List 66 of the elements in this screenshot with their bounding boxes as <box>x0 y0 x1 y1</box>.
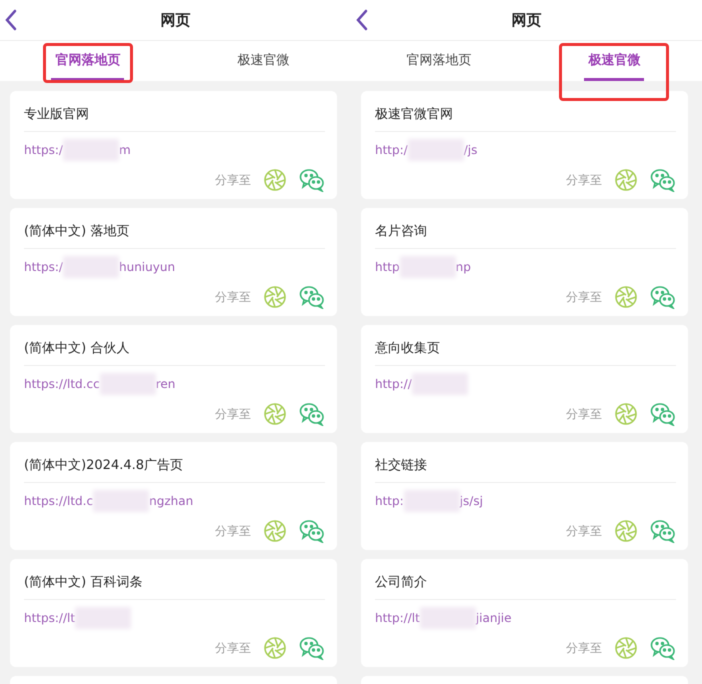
back-icon[interactable] <box>355 9 369 31</box>
tab[interactable]: 官网落地页 <box>402 41 476 81</box>
wechat-icon[interactable] <box>299 402 325 426</box>
url-link[interactable]: js/sj <box>460 494 483 508</box>
url-link[interactable]: https://ltd.cc <box>24 377 100 391</box>
aperture-icon[interactable] <box>263 285 287 309</box>
share-label: 分享至 <box>215 172 251 188</box>
wechat-icon[interactable] <box>650 402 676 426</box>
share-label: 分享至 <box>566 172 602 188</box>
wechat-icon[interactable] <box>650 636 676 660</box>
card-title: 公司简介 <box>375 569 676 600</box>
back-icon[interactable] <box>4 9 18 31</box>
aperture-icon[interactable] <box>614 285 638 309</box>
wechat-icon[interactable] <box>650 519 676 543</box>
aperture-icon[interactable] <box>614 168 638 192</box>
tab[interactable]: 官网落地页 <box>51 41 124 81</box>
url-link[interactable]: huniuyun <box>118 260 176 274</box>
wechat-icon[interactable] <box>299 636 325 660</box>
aperture-icon[interactable] <box>614 402 638 426</box>
wechat-icon[interactable] <box>299 285 325 309</box>
share-label: 分享至 <box>215 406 251 422</box>
url-link[interactable]: http: <box>375 494 404 508</box>
page-title: 网页 <box>512 10 542 30</box>
share-label: 分享至 <box>566 522 602 540</box>
url-link[interactable]: http:/ <box>375 143 408 157</box>
url-link[interactable]: http:// <box>375 377 412 391</box>
aperture-icon[interactable] <box>614 636 638 660</box>
card-title: 社交链接 <box>375 452 676 483</box>
share-label: 分享至 <box>215 640 251 656</box>
url-link[interactable]: https://ltd.c <box>24 494 94 508</box>
card-title: 名片咨询 <box>375 218 676 249</box>
url-link[interactable]: np <box>456 260 471 274</box>
aperture-icon[interactable] <box>263 636 287 660</box>
share-label: 分享至 <box>215 522 251 540</box>
url-link[interactable]: https:/ <box>24 260 63 274</box>
url-link[interactable]: /js <box>464 143 478 157</box>
aperture-icon[interactable] <box>614 519 638 543</box>
url-link[interactable]: ngzhan <box>149 494 194 508</box>
card-title: (简体中文) 落地页 <box>24 218 325 249</box>
card-title: 专业版官网 <box>24 101 325 132</box>
share-label: 分享至 <box>566 288 602 306</box>
share-label: 分享至 <box>215 288 251 306</box>
share-label: 分享至 <box>566 406 602 422</box>
card-title: (简体中文) 合伙人 <box>24 335 325 366</box>
wechat-icon[interactable] <box>650 285 676 309</box>
aperture-icon[interactable] <box>263 168 287 192</box>
wechat-icon[interactable] <box>299 168 325 192</box>
card-title: 极速官微官网 <box>375 101 676 132</box>
card-title: (简体中文)2024.4.8广告页 <box>24 452 325 483</box>
url-link[interactable]: http://lt <box>375 611 420 625</box>
url-link[interactable]: https:/ <box>24 143 63 157</box>
tab[interactable]: 极速官微 <box>233 41 294 81</box>
card-title: 意向收集页 <box>375 335 676 366</box>
wechat-icon[interactable] <box>650 168 676 192</box>
aperture-icon[interactable] <box>263 402 287 426</box>
wechat-icon[interactable] <box>299 519 325 543</box>
card-title: (简体中文) 百科词条 <box>24 569 325 600</box>
aperture-icon[interactable] <box>263 519 287 543</box>
url-link[interactable]: m <box>118 143 131 157</box>
url-link[interactable]: https://lt <box>24 611 76 625</box>
share-label: 分享至 <box>566 640 602 656</box>
tab[interactable]: 极速官微 <box>584 41 644 81</box>
url-link[interactable]: http <box>375 260 400 274</box>
page-title: 网页 <box>160 10 190 30</box>
url-link[interactable]: ren <box>156 377 176 391</box>
url-link[interactable]: jianjie <box>476 611 512 625</box>
